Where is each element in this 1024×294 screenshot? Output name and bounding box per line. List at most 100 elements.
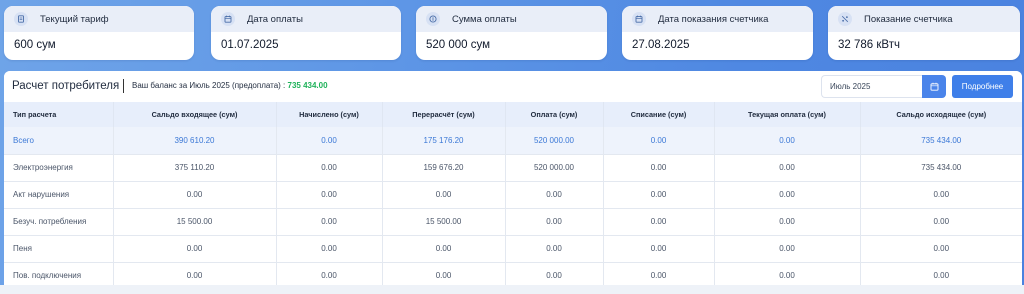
card-title: Текущий тариф <box>40 13 109 25</box>
table-cell: 0.00 <box>714 235 861 263</box>
table-cell: 0.00 <box>603 154 715 182</box>
table-cell: 390 610.20 <box>113 127 277 155</box>
table-cell: Электроэнергия <box>4 154 114 182</box>
table-cell: 0.00 <box>276 127 383 155</box>
card-header: Показание счетчика <box>828 6 1020 32</box>
table-cell: 159 676.20 <box>382 154 506 182</box>
table-cell: 0.00 <box>382 262 506 286</box>
table-cell: 0.00 <box>714 181 861 209</box>
card-header: Дата показания счетчика <box>622 6 813 32</box>
table-cell: Акт нарушения <box>4 181 114 209</box>
table-row: Пов. подключения 0.00 0.00 0.00 0.00 0.0… <box>4 262 1022 286</box>
balance-value: 735 434.00 <box>287 81 328 90</box>
column-header: Сальдо входящее (сум) <box>113 102 277 127</box>
table-cell: Пов. подключения <box>4 262 114 286</box>
table-cell: 0.00 <box>276 208 383 236</box>
table-row-total: Всего 390 610.20 0.00 175 176.20 520 000… <box>4 127 1022 155</box>
coin-icon <box>426 12 440 26</box>
table-cell: 375 110.20 <box>113 154 277 182</box>
table-cell: 0.00 <box>505 208 604 236</box>
calculation-table: Тип расчета Сальдо входящее (сум) Начисл… <box>4 102 1022 286</box>
table-cell: 0.00 <box>603 235 715 263</box>
month-input[interactable] <box>821 75 926 98</box>
column-header: Перерасчёт (сум) <box>382 102 506 127</box>
table-cell: 0.00 <box>505 181 604 209</box>
details-button[interactable]: Подробнее <box>952 75 1013 98</box>
card-current-tariff: Текущий тариф 600 сум <box>4 6 194 60</box>
card-title: Дата показания счетчика <box>658 13 769 25</box>
card-payment-sum: Сумма оплаты 520 000 сум <box>416 6 607 60</box>
balance-info: Ваш баланс за Июль 2025 (предоплата) : 7… <box>132 81 328 90</box>
panel-header: Расчет потребителя Ваш баланс за Июль 20… <box>4 71 1022 102</box>
panel-title: Расчет потребителя <box>12 80 120 92</box>
table-cell: 0.00 <box>276 154 383 182</box>
card-value: 32 786 кВтч <box>838 39 900 51</box>
calendar-button[interactable] <box>922 75 946 98</box>
table-cell: 0.00 <box>860 235 1022 263</box>
table-row: Безуч. потребления 15 500.00 0.00 15 500… <box>4 208 1022 236</box>
card-title: Дата оплаты <box>247 13 303 25</box>
table-cell: 175 176.20 <box>382 127 506 155</box>
table-row: Электроэнергия 375 110.20 0.00 159 676.2… <box>4 154 1022 182</box>
document-icon <box>14 12 28 26</box>
table-cell: 15 500.00 <box>382 208 506 236</box>
table-cell: 15 500.00 <box>113 208 277 236</box>
table-cell: 0.00 <box>276 262 383 286</box>
card-value: 27.08.2025 <box>632 39 690 51</box>
table-cell: Пеня <box>4 235 114 263</box>
table-cell: 0.00 <box>276 181 383 209</box>
table-cell: Всего <box>4 127 114 155</box>
table-cell: 0.00 <box>714 127 861 155</box>
table-cell: 735 434.00 <box>860 127 1022 155</box>
table-cell: 520 000.00 <box>505 127 604 155</box>
meter-icon <box>838 12 852 26</box>
card-meter-reading: Показание счетчика 32 786 кВтч <box>828 6 1020 60</box>
card-header: Дата оплаты <box>211 6 401 32</box>
table-cell: 520 000.00 <box>505 154 604 182</box>
card-value: 01.07.2025 <box>221 39 279 51</box>
table-cell: Безуч. потребления <box>4 208 114 236</box>
column-header: Текущая оплата (сум) <box>714 102 861 127</box>
table-cell: 0.00 <box>603 262 715 286</box>
table-row: Пеня 0.00 0.00 0.00 0.00 0.00 0.00 0.00 <box>4 235 1022 263</box>
card-header: Сумма оплаты <box>416 6 607 32</box>
table-cell: 0.00 <box>382 235 506 263</box>
summary-cards: Текущий тариф 600 сум Дата оплаты 01.07.… <box>0 0 1024 70</box>
table-cell: 0.00 <box>860 262 1022 286</box>
column-header: Начислено (сум) <box>276 102 383 127</box>
table-cell: 0.00 <box>113 235 277 263</box>
card-payment-date: Дата оплаты 01.07.2025 <box>211 6 401 60</box>
page-footer-background <box>0 285 1024 294</box>
card-value: 600 сум <box>14 39 56 51</box>
column-header: Списание (сум) <box>603 102 715 127</box>
calendar-icon <box>221 12 235 26</box>
table-cell: 0.00 <box>505 262 604 286</box>
card-title: Сумма оплаты <box>452 13 517 25</box>
card-header: Текущий тариф <box>4 6 194 32</box>
table-cell: 0.00 <box>603 127 715 155</box>
table-cell: 0.00 <box>860 208 1022 236</box>
table-cell: 735 434.00 <box>860 154 1022 182</box>
table-cell: 0.00 <box>860 181 1022 209</box>
table-cell: 0.00 <box>714 262 861 286</box>
column-header: Оплата (сум) <box>505 102 604 127</box>
card-value: 520 000 сум <box>426 39 491 51</box>
table-cell: 0.00 <box>714 208 861 236</box>
column-header: Тип расчета <box>4 102 114 127</box>
consumer-calculation-panel: Расчет потребителя Ваш баланс за Июль 20… <box>4 71 1022 286</box>
table-cell: 0.00 <box>505 235 604 263</box>
table-cell: 0.00 <box>603 181 715 209</box>
balance-label: Ваш баланс за Июль 2025 (предоплата) : <box>132 81 288 90</box>
calendar-icon <box>930 82 938 91</box>
card-meter-date: Дата показания счетчика 27.08.2025 <box>622 6 813 60</box>
divider <box>123 79 124 93</box>
card-title: Показание счетчика <box>864 13 953 25</box>
table-cell: 0.00 <box>113 262 277 286</box>
table-cell: 0.00 <box>714 154 861 182</box>
table-cell: 0.00 <box>113 181 277 209</box>
table-cell: 0.00 <box>382 181 506 209</box>
table-row: Акт нарушения 0.00 0.00 0.00 0.00 0.00 0… <box>4 181 1022 209</box>
calendar-icon <box>632 12 646 26</box>
column-header: Сальдо исходящее (сум) <box>860 102 1022 127</box>
table-cell: 0.00 <box>603 208 715 236</box>
